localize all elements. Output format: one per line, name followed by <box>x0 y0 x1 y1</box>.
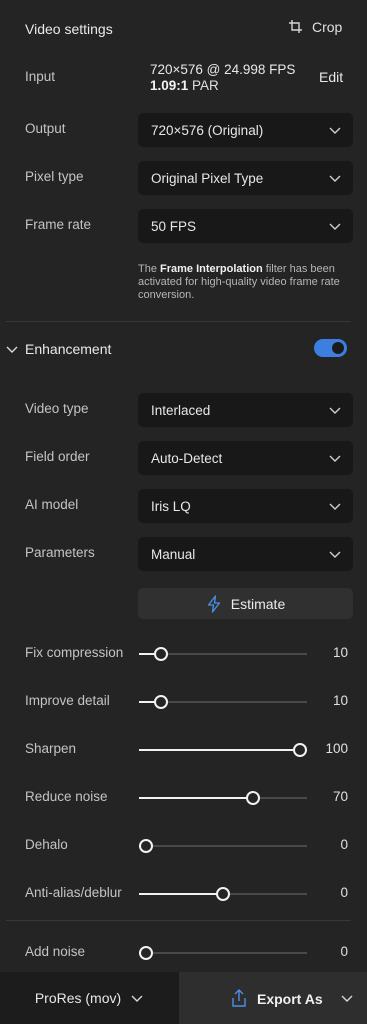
slider-value: 10 <box>332 693 348 708</box>
format-value: ProRes (mov) <box>34 990 122 1006</box>
chevron-down-icon <box>329 551 341 558</box>
chevron-down-icon <box>6 346 18 353</box>
frame-rate-value: 50 FPS <box>151 218 197 234</box>
chevron-down-icon[interactable] <box>341 992 353 1004</box>
estimate-label: Estimate <box>230 595 286 612</box>
export-label: Export As <box>257 991 323 1007</box>
ai-model-label: AI model <box>25 497 79 512</box>
slider-thumb[interactable] <box>138 839 153 853</box>
pixel-type-value: Original Pixel Type <box>151 170 264 186</box>
crop-label: Crop <box>312 19 343 35</box>
slider-label: Sharpen <box>25 741 77 756</box>
export-icon <box>232 989 246 1007</box>
enhancement-title: Enhancement <box>25 341 112 357</box>
field-order-value: Auto-Detect <box>151 450 223 466</box>
add-noise-value: 0 <box>340 944 348 959</box>
slider-value: 0 <box>340 885 348 900</box>
slider-label: Anti-alias/deblur <box>25 885 122 900</box>
output-dropdown[interactable]: 720×576 (Original) <box>138 113 353 147</box>
output-value: 720×576 (Original) <box>151 122 264 138</box>
note-filter-name: Frame Interpolation <box>160 263 263 275</box>
enhancement-slider[interactable] <box>139 647 307 661</box>
chevron-down-icon <box>329 127 341 134</box>
slider-thumb[interactable] <box>153 647 168 661</box>
note-text: The <box>138 263 161 275</box>
frame-interpolation-note: The Frame Interpolation filter has been … <box>138 263 358 302</box>
enhancement-slider[interactable] <box>139 791 307 805</box>
slider-label: Dehalo <box>25 837 68 852</box>
divider <box>6 321 351 322</box>
enhancement-slider[interactable] <box>138 839 307 853</box>
slider-thumb[interactable] <box>138 946 153 960</box>
add-noise-slider[interactable] <box>138 946 307 960</box>
divider <box>6 920 351 921</box>
add-noise-label: Add noise <box>25 944 86 959</box>
crop-icon <box>289 20 302 33</box>
chevron-down-icon <box>131 995 143 1002</box>
slider-thumb[interactable] <box>246 791 261 805</box>
section-title: Video settings <box>25 21 113 37</box>
slider-value: 10 <box>332 645 348 660</box>
slider-thumb[interactable] <box>153 695 168 709</box>
parameters-value: Manual <box>151 546 196 562</box>
video-type-value: Interlaced <box>151 402 211 418</box>
lightning-icon <box>207 594 220 613</box>
video-type-label: Video type <box>25 401 89 416</box>
pixel-type-dropdown[interactable]: Original Pixel Type <box>138 161 353 195</box>
slider-value: 100 <box>325 741 348 756</box>
chevron-down-icon <box>329 223 341 230</box>
enhancement-slider[interactable] <box>139 695 307 709</box>
output-label: Output <box>25 121 66 136</box>
slider-value: 70 <box>332 789 348 804</box>
par-value: 1.09:1 <box>150 78 189 93</box>
slider-fill <box>139 893 223 895</box>
format-dropdown[interactable]: ProRes (mov) <box>0 972 178 1024</box>
enhancement-slider[interactable] <box>139 743 308 757</box>
chevron-down-icon <box>329 455 341 462</box>
slider-thumb[interactable] <box>293 743 308 757</box>
enhancement-collapse-toggle[interactable]: Enhancement <box>6 341 111 357</box>
slider-thumb[interactable] <box>216 887 230 901</box>
chevron-down-icon <box>329 175 341 182</box>
toggle-knob <box>332 342 344 354</box>
field-order-dropdown[interactable]: Auto-Detect <box>138 441 353 475</box>
enhancement-toggle[interactable] <box>314 339 347 357</box>
frame-rate-label: Frame rate <box>25 217 92 232</box>
parameters-dropdown[interactable]: Manual <box>138 537 353 571</box>
ai-model-value: Iris LQ <box>151 498 191 514</box>
input-resolution: 720×576 @ 24.998 FPS <box>150 62 296 77</box>
slider-fill <box>139 797 254 799</box>
field-order-label: Field order <box>25 449 90 464</box>
ai-model-dropdown[interactable]: Iris LQ <box>138 489 353 523</box>
slider-value: 0 <box>340 837 348 852</box>
input-label: Input <box>25 69 56 84</box>
estimate-button[interactable]: Estimate <box>138 588 353 619</box>
input-par: 1.09:1 PAR <box>150 78 219 93</box>
pixel-type-label: Pixel type <box>25 169 84 184</box>
edit-input-button[interactable]: Edit <box>319 69 343 85</box>
chevron-down-icon <box>329 503 341 510</box>
chevron-down-icon <box>329 407 341 414</box>
frame-rate-dropdown[interactable]: 50 FPS <box>138 209 353 243</box>
export-button[interactable]: Export As <box>179 972 367 1024</box>
slider-label: Fix compression <box>25 645 124 660</box>
slider-label: Reduce noise <box>25 789 108 804</box>
crop-button[interactable]: Crop <box>288 19 342 35</box>
par-unit: PAR <box>192 78 219 93</box>
slider-label: Improve detail <box>25 693 110 708</box>
enhancement-slider[interactable] <box>139 887 307 901</box>
slider-fill <box>139 749 301 751</box>
video-type-dropdown[interactable]: Interlaced <box>138 393 353 427</box>
parameters-label: Parameters <box>25 545 95 560</box>
